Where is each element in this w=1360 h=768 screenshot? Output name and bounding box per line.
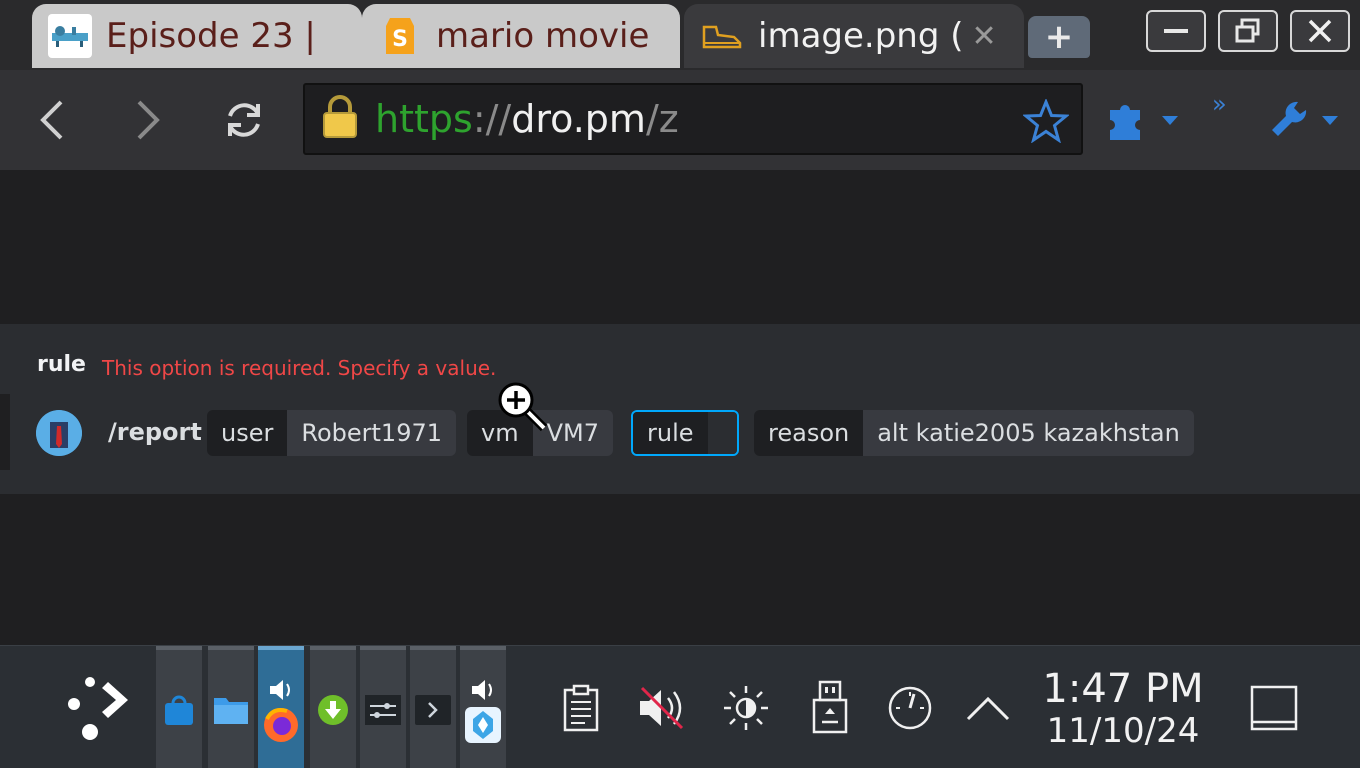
volume-tray-button[interactable] xyxy=(634,646,690,768)
option-key: reason xyxy=(754,410,864,456)
option-value[interactable]: Robert1971 xyxy=(287,410,456,456)
speaker-playing-icon xyxy=(472,679,492,700)
command-name: /report xyxy=(108,418,202,446)
discover-store-task[interactable] xyxy=(156,646,202,768)
error-field-label: rule xyxy=(37,352,86,377)
zoom-cursor-icon xyxy=(496,380,552,440)
overflow-chevron-icon[interactable]: » xyxy=(1212,90,1227,118)
usb-drive-icon xyxy=(812,680,848,733)
option-key: user xyxy=(207,410,288,456)
s-logo-favicon-icon: S xyxy=(378,14,422,58)
tab-title: mario movie xyxy=(436,16,650,56)
new-tab-button[interactable]: + xyxy=(1028,16,1090,58)
settings-menu-button[interactable] xyxy=(1268,96,1344,146)
dinosaur-favicon-icon xyxy=(48,14,92,58)
bot-avatar xyxy=(36,410,82,456)
download-arrow-icon xyxy=(318,694,348,725)
back-arrow-icon xyxy=(40,100,63,140)
reload-button[interactable] xyxy=(216,94,272,146)
error-message: This option is required. Specify a value… xyxy=(102,356,497,380)
url-text[interactable]: https://dro.pm/z xyxy=(375,97,679,141)
tab-title: image.png ( xyxy=(758,16,964,56)
minimize-button[interactable] xyxy=(1146,10,1206,52)
brightness-tray-button[interactable] xyxy=(720,646,772,768)
performance-tray-button[interactable] xyxy=(884,646,936,768)
navigation-toolbar: https://dro.pm/z » xyxy=(0,70,1360,170)
firefox-task[interactable] xyxy=(258,646,304,768)
restore-button[interactable] xyxy=(1218,10,1278,52)
wrench-icon xyxy=(1272,101,1338,136)
terminal-task[interactable] xyxy=(410,646,456,768)
option-reason[interactable]: reason alt katie2005 kazakhstan xyxy=(754,410,1194,456)
minimize-icon xyxy=(1164,29,1188,33)
lock-icon[interactable] xyxy=(321,94,359,144)
sliders-icon xyxy=(365,694,401,725)
snowflake-app-icon xyxy=(465,706,501,743)
svg-text:S: S xyxy=(392,27,408,52)
option-value[interactable]: alt katie2005 kazakhstan xyxy=(863,410,1194,456)
speedometer-icon xyxy=(888,686,932,729)
tab-mario-movie[interactable]: S mario movie xyxy=(362,4,680,68)
reload-icon xyxy=(228,103,260,137)
close-tab-icon[interactable]: ✕ xyxy=(972,19,997,54)
option-rule[interactable]: rule xyxy=(631,410,739,456)
close-icon xyxy=(1308,19,1332,43)
shoe-favicon-icon xyxy=(700,14,744,58)
volume-muted-icon xyxy=(640,686,684,729)
tab-episode[interactable]: Episode 23 | xyxy=(32,4,362,68)
chevron-up-icon xyxy=(966,696,1010,720)
option-key: rule xyxy=(633,412,708,454)
forward-arrow-icon xyxy=(137,100,160,140)
clock-time: 1:47 PM xyxy=(1042,666,1204,712)
firefox-icon xyxy=(264,707,298,742)
show-desktop-icon xyxy=(1250,685,1298,730)
system-tray-expand-button[interactable] xyxy=(962,646,1014,768)
tab-title: Episode 23 | xyxy=(106,16,316,56)
app-launcher-button[interactable] xyxy=(56,646,136,768)
file-manager-task[interactable] xyxy=(208,646,254,768)
digital-clock[interactable]: 1:47 PM 11/10/24 xyxy=(1040,666,1206,750)
system-settings-task[interactable] xyxy=(360,646,406,768)
folder-icon xyxy=(214,697,248,724)
steam-rom-manager-task[interactable] xyxy=(460,646,506,768)
clipboard-tray-button[interactable] xyxy=(556,646,606,768)
option-value-empty[interactable] xyxy=(707,412,737,454)
usb-device-tray-button[interactable] xyxy=(806,646,854,768)
puzzle-piece-icon xyxy=(1110,105,1178,140)
downloader-task[interactable] xyxy=(310,646,356,768)
bookmark-star-icon[interactable] xyxy=(1021,98,1071,147)
close-window-button[interactable] xyxy=(1290,10,1350,52)
clipboard-icon xyxy=(563,684,599,731)
extensions-button[interactable] xyxy=(1106,98,1186,146)
tab-image-png[interactable]: image.png ( ✕ xyxy=(684,4,1024,68)
screen: Episode 23 | S mario movie image.png ( ✕… xyxy=(0,0,1360,768)
sun-icon xyxy=(724,685,768,730)
tab-strip: Episode 23 | S mario movie image.png ( ✕… xyxy=(0,0,1360,70)
show-desktop-button[interactable] xyxy=(1244,646,1304,768)
address-bar[interactable]: https://dro.pm/z xyxy=(303,83,1083,155)
app-launcher-icon xyxy=(68,676,128,740)
terminal-prompt-icon xyxy=(415,694,451,725)
restore-icon xyxy=(1235,18,1260,43)
shopping-bag-icon xyxy=(165,695,193,725)
plus-icon: + xyxy=(1044,17,1074,57)
command-bar-footer xyxy=(0,470,1360,494)
forward-button[interactable] xyxy=(120,94,176,146)
page-content: rule This option is required. Specify a … xyxy=(0,170,1360,645)
back-button[interactable] xyxy=(24,94,80,146)
clock-date: 11/10/24 xyxy=(1046,711,1200,751)
speaker-playing-icon xyxy=(270,679,290,700)
option-user[interactable]: user Robert1971 xyxy=(207,410,456,456)
